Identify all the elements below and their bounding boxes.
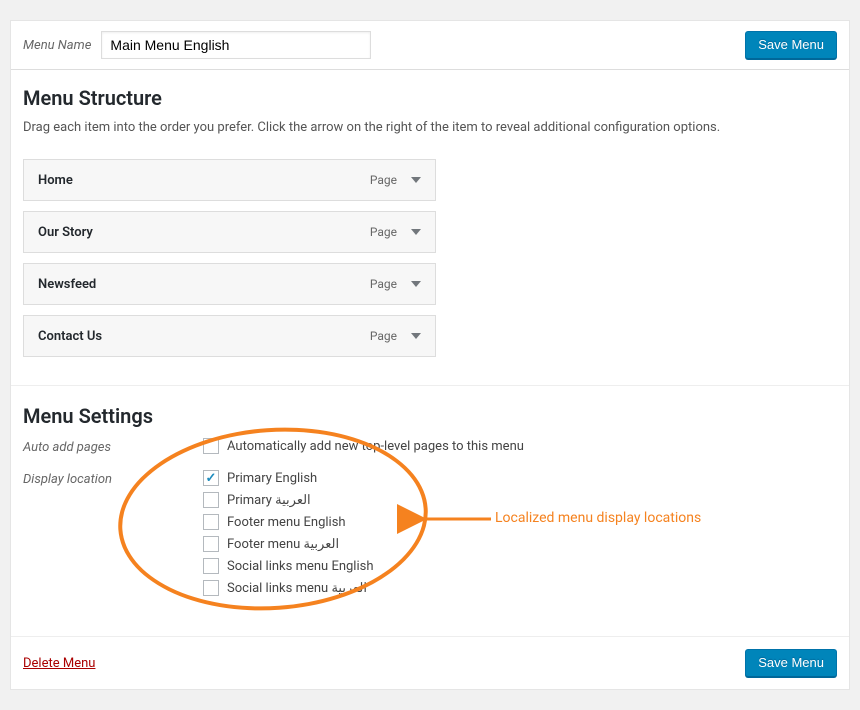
save-menu-button-top[interactable]: Save Menu xyxy=(745,31,837,59)
location-checkbox-footer-english[interactable] xyxy=(203,514,219,530)
menu-item-type: Page xyxy=(370,329,397,343)
annotation-arrow-icon xyxy=(415,509,495,529)
auto-add-pages-text: Automatically add new top-level pages to… xyxy=(227,439,524,454)
menu-item[interactable]: Contact Us Page xyxy=(23,315,436,357)
panel-body: Menu Structure Drag each item into the o… xyxy=(11,70,849,636)
display-locations-group: Primary English Primary العربية Footer m… xyxy=(203,470,374,602)
menu-item-type: Page xyxy=(370,277,397,291)
menu-structure-hint: Drag each item into the order you prefer… xyxy=(23,120,837,135)
menu-settings-heading: Menu Settings xyxy=(23,404,837,428)
chevron-down-icon[interactable] xyxy=(411,333,421,339)
section-divider xyxy=(11,385,849,386)
menu-item-title: Our Story xyxy=(38,225,93,240)
save-menu-button-bottom[interactable]: Save Menu xyxy=(745,649,837,677)
menu-item-title: Home xyxy=(38,173,73,188)
location-checkbox-footer-arabic[interactable] xyxy=(203,536,219,552)
footer-bar: Delete Menu Save Menu xyxy=(11,636,849,689)
location-label: Footer menu English xyxy=(227,515,346,530)
location-checkbox-social-english[interactable] xyxy=(203,558,219,574)
menu-item[interactable]: Home Page xyxy=(23,159,436,201)
top-bar: Menu Name Save Menu xyxy=(11,21,849,70)
location-checkbox-primary-english[interactable] xyxy=(203,470,219,486)
menu-item-title: Newsfeed xyxy=(38,277,96,292)
location-checkbox-social-arabic[interactable] xyxy=(203,580,219,596)
delete-menu-link[interactable]: Delete Menu xyxy=(23,656,95,671)
menu-items-list: Home Page Our Story Page Newsfeed Page xyxy=(23,159,837,357)
menu-item-title: Contact Us xyxy=(38,329,102,344)
annotation-text: Localized menu display locations xyxy=(495,510,701,526)
menu-name-input[interactable] xyxy=(101,31,371,59)
chevron-down-icon[interactable] xyxy=(411,281,421,287)
auto-add-pages-label: Auto add pages xyxy=(23,438,203,455)
menu-edit-panel: Menu Name Save Menu Menu Structure Drag … xyxy=(10,20,850,690)
menu-item-type: Page xyxy=(370,225,397,239)
location-label: Social links menu English xyxy=(227,559,374,574)
auto-add-pages-row: Auto add pages Automatically add new top… xyxy=(23,438,837,460)
menu-name-label: Menu Name xyxy=(23,38,91,53)
menu-item[interactable]: Newsfeed Page xyxy=(23,263,436,305)
location-label: Social links menu العربية xyxy=(227,581,367,596)
chevron-down-icon[interactable] xyxy=(411,229,421,235)
menu-item[interactable]: Our Story Page xyxy=(23,211,436,253)
chevron-down-icon[interactable] xyxy=(411,177,421,183)
location-checkbox-primary-arabic[interactable] xyxy=(203,492,219,508)
menu-item-type: Page xyxy=(370,173,397,187)
display-location-label: Display location xyxy=(23,470,203,487)
menu-structure-heading: Menu Structure xyxy=(23,86,837,110)
location-label: Primary English xyxy=(227,471,317,486)
display-location-row: Display location Primary English Primary… xyxy=(23,470,837,602)
location-label: Primary العربية xyxy=(227,493,311,508)
location-label: Footer menu العربية xyxy=(227,537,339,552)
auto-add-pages-checkbox[interactable] xyxy=(203,438,219,454)
